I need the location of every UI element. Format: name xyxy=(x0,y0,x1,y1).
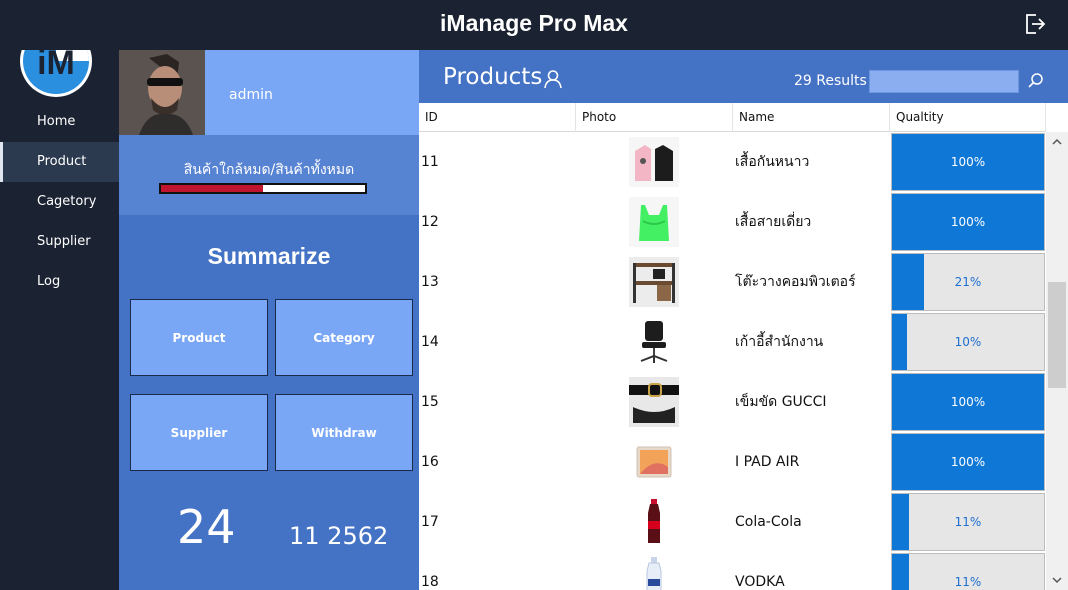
hoodie-photo xyxy=(629,137,679,187)
scroll-down-icon[interactable] xyxy=(1046,570,1068,590)
row-id: 17 xyxy=(421,514,439,530)
user-icon xyxy=(543,69,563,89)
table-row[interactable]: 14 เก้าอี้สำนักงาน 10% xyxy=(419,312,1046,372)
row-name: เข็มขัด GUCCI xyxy=(735,394,827,410)
column-header-id[interactable]: ID xyxy=(419,103,576,132)
column-header-name[interactable]: Name xyxy=(733,103,890,132)
row-name: Cola-Cola xyxy=(735,514,802,530)
sidebar-item-log[interactable]: Log xyxy=(0,262,119,302)
search-icon[interactable] xyxy=(1026,71,1046,91)
table-header: ID Photo Name Qualtity xyxy=(419,103,1046,132)
product-tile-button[interactable]: Product xyxy=(130,299,268,376)
row-name: โต๊ะวางคอมพิวเตอร์ xyxy=(735,274,856,290)
search-input[interactable] xyxy=(869,70,1019,93)
table-row[interactable]: 16 I PAD AIR 100% xyxy=(419,432,1046,492)
sidebar-item-product[interactable]: Product xyxy=(0,142,119,182)
products-header: Products 29 Results xyxy=(419,50,1068,103)
cola-bottle-photo xyxy=(629,497,679,547)
logout-icon[interactable] xyxy=(1024,12,1046,36)
desk-photo xyxy=(629,257,679,307)
stock-label: สินค้าใกล้หมด/สินค้าทั้งหมด xyxy=(183,162,355,178)
column-header-photo[interactable]: Photo xyxy=(576,103,733,132)
row-id: 15 xyxy=(421,394,439,410)
row-name: เสื้อกันหนาว xyxy=(735,154,810,170)
app-title: iManage Pro Max xyxy=(440,10,628,36)
profile-header: admin xyxy=(119,50,419,135)
row-id: 16 xyxy=(421,454,439,470)
quantity-value: 100% xyxy=(950,155,986,169)
table-row[interactable]: 13 โต๊ะวางคอมพิวเตอร์ 21% xyxy=(419,252,1046,312)
column-header-quantity[interactable]: Qualtity xyxy=(890,103,1046,132)
table-row[interactable]: 17 Cola-Cola 11% xyxy=(419,492,1046,552)
products-table: ID Photo Name Qualtity 11 เสื้อกันหนาว 1… xyxy=(419,103,1068,590)
withdraw-tile-button[interactable]: Withdraw xyxy=(275,394,413,471)
row-id: 14 xyxy=(421,334,439,350)
quantity-bar[interactable]: 11% xyxy=(891,493,1045,551)
stock-status: สินค้าใกล้หมด/สินค้าทั้งหมด xyxy=(119,135,419,215)
quantity-value: 11% xyxy=(954,515,982,529)
quantity-bar[interactable]: 11% xyxy=(891,553,1045,590)
sidebar: iM Home Product Cagetory Supplier Log xyxy=(0,0,119,590)
vertical-scrollbar[interactable] xyxy=(1046,132,1068,590)
row-id: 11 xyxy=(421,154,439,170)
quantity-bar[interactable]: 100% xyxy=(891,373,1045,431)
stock-progress-bar xyxy=(159,183,367,194)
quantity-value: 100% xyxy=(950,215,986,229)
sidebar-item-supplier[interactable]: Supplier xyxy=(0,222,119,262)
sidebar-nav: Home Product Cagetory Supplier Log xyxy=(0,102,119,302)
username: admin xyxy=(229,87,273,103)
office-chair-photo xyxy=(629,317,679,367)
table-row[interactable]: 15 เข็มขัด GUCCI 100% xyxy=(419,372,1046,432)
table-body: 11 เสื้อกันหนาว 100% 12 เสื้อสายเดี่ยว 1… xyxy=(419,132,1046,590)
quantity-bar[interactable]: 100% xyxy=(891,133,1045,191)
quantity-bar[interactable]: 21% xyxy=(891,253,1045,311)
results-count: 29 Results xyxy=(794,73,867,89)
category-tile-button[interactable]: Category xyxy=(275,299,413,376)
vodka-bottle-photo xyxy=(629,557,679,590)
summary-title: Summarize xyxy=(207,243,331,269)
row-id: 13 xyxy=(421,274,439,290)
quantity-value: 100% xyxy=(950,395,986,409)
row-id: 18 xyxy=(421,574,439,590)
quantity-bar[interactable]: 10% xyxy=(891,313,1045,371)
tank-top-photo xyxy=(629,197,679,247)
row-name: VODKA xyxy=(735,574,785,590)
row-name: เก้าอี้สำนักงาน xyxy=(735,334,824,350)
page-title: Products xyxy=(443,64,543,90)
sidebar-item-category[interactable]: Cagetory xyxy=(0,182,119,222)
row-name: เสื้อสายเดี่ยว xyxy=(735,214,812,230)
quantity-value: 100% xyxy=(950,455,986,469)
quantity-bar[interactable]: 100% xyxy=(891,433,1045,491)
tablet-photo xyxy=(629,437,679,487)
row-name: I PAD AIR xyxy=(735,454,800,470)
stock-progress-fill xyxy=(161,185,263,192)
date-month-year: 11 2562 xyxy=(289,522,389,550)
table-row[interactable]: 18 VODKA 11% xyxy=(419,552,1046,590)
quantity-value: 21% xyxy=(954,275,982,289)
scrollbar-thumb[interactable] xyxy=(1048,282,1066,388)
quantity-bar[interactable]: 100% xyxy=(891,193,1045,251)
avatar xyxy=(119,50,205,135)
quantity-value: 10% xyxy=(954,335,982,349)
scroll-up-icon[interactable] xyxy=(1046,132,1068,152)
quantity-value: 11% xyxy=(954,575,982,589)
supplier-tile-button[interactable]: Supplier xyxy=(130,394,268,471)
title-bar: iManage Pro Max xyxy=(0,0,1068,50)
dashboard-panel: admin สินค้าใกล้หมด/สินค้าทั้งหมด Summar… xyxy=(119,50,419,590)
date-day: 24 xyxy=(177,500,236,554)
belt-photo xyxy=(629,377,679,427)
sidebar-item-home[interactable]: Home xyxy=(0,102,119,142)
table-row[interactable]: 11 เสื้อกันหนาว 100% xyxy=(419,132,1046,192)
row-id: 12 xyxy=(421,214,439,230)
table-row[interactable]: 12 เสื้อสายเดี่ยว 100% xyxy=(419,192,1046,252)
